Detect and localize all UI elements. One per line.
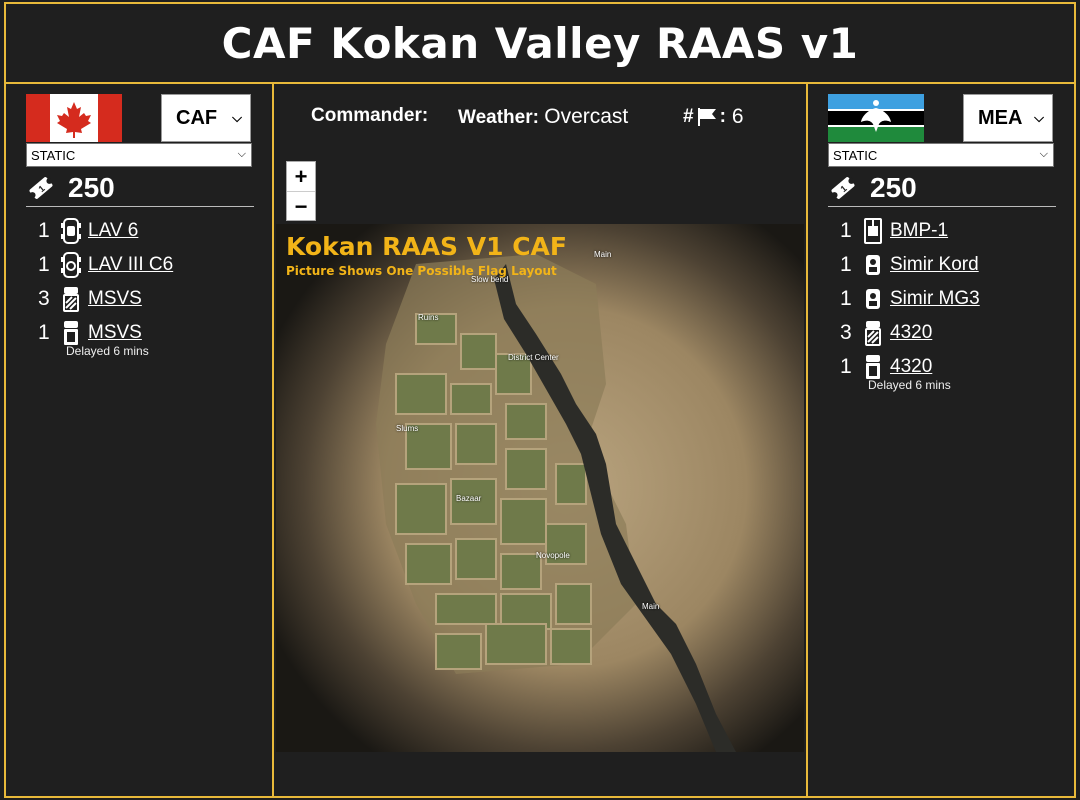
map-flag-label: Main bbox=[594, 250, 612, 259]
left-vehicle-list: 1 LAV 6 1 LAV III C6 3 MSVS 1 MSVS Delay… bbox=[38, 214, 173, 358]
wheeled-apc-icon bbox=[61, 218, 81, 244]
zoom-control: + − bbox=[286, 161, 316, 221]
chevron-down-icon: ⌵ bbox=[237, 148, 246, 160]
vehicle-count: 1 bbox=[840, 219, 852, 242]
ticket-icon: 1 bbox=[29, 177, 53, 199]
header-bar: CAF Kokan Valley RAAS v1 bbox=[4, 2, 1076, 84]
weather-label: Weather: bbox=[458, 107, 539, 128]
right-tickets: 1 250 bbox=[830, 172, 917, 204]
mrap-mg-icon bbox=[866, 289, 880, 309]
left-tickets: 1 250 bbox=[28, 172, 115, 204]
right-vehicle-list: 1 BMP-1 1 Simir Kord 1 Simir MG3 3 4320 … bbox=[840, 214, 980, 392]
vehicle-row: 1 MSVS Delayed 6 mins bbox=[38, 316, 173, 358]
flag-icon bbox=[697, 108, 716, 126]
right-divider bbox=[828, 206, 1056, 207]
map-flag-label: District Center bbox=[508, 353, 559, 362]
vehicle-link[interactable]: MSVS bbox=[88, 322, 142, 344]
vehicle-link[interactable]: LAV III C6 bbox=[88, 254, 173, 276]
transport-truck-icon bbox=[866, 355, 880, 379]
commander-label: Commander: bbox=[311, 105, 429, 126]
vehicle-link[interactable]: MSVS bbox=[88, 288, 142, 310]
vehicle-row: 3 4320 bbox=[840, 316, 980, 350]
left-faction-select[interactable]: CAF ⌵ bbox=[161, 94, 251, 142]
vehicle-count: 1 bbox=[840, 253, 852, 276]
map-flag-label: Slums bbox=[396, 424, 419, 433]
logistics-truck-icon bbox=[865, 321, 881, 346]
mrap-hmg-icon bbox=[866, 255, 880, 275]
map-flag-label: Bazaar bbox=[456, 494, 482, 503]
right-layer-type-select[interactable]: STATIC ⌵ bbox=[828, 143, 1054, 167]
transport-truck-icon bbox=[64, 321, 78, 345]
vehicle-link[interactable]: 4320 bbox=[890, 322, 932, 344]
map-view[interactable]: Kokan RAAS V1 CAF Picture Shows One Poss… bbox=[276, 224, 804, 752]
delay-note: Delayed 6 mins bbox=[868, 378, 951, 392]
map-title: Kokan RAAS V1 CAF bbox=[286, 232, 567, 261]
vehicle-count: 3 bbox=[38, 287, 50, 310]
zoom-in-button[interactable]: + bbox=[287, 162, 315, 191]
vehicle-row: 1 4320 Delayed 6 mins bbox=[840, 350, 980, 392]
left-ticket-count: 250 bbox=[68, 172, 115, 203]
vehicle-count: 3 bbox=[840, 321, 852, 344]
right-ticket-count: 250 bbox=[870, 172, 917, 203]
left-divider bbox=[26, 206, 254, 207]
map-flag-label: Ruins bbox=[418, 313, 439, 322]
vehicle-count: 1 bbox=[38, 321, 50, 344]
flag-sep: : bbox=[719, 106, 726, 127]
logistics-truck-icon bbox=[63, 287, 79, 312]
vehicle-row: 1 Simir MG3 bbox=[840, 282, 980, 316]
vehicle-link[interactable]: 4320 bbox=[890, 356, 932, 378]
vehicle-link[interactable]: Simir Kord bbox=[890, 254, 979, 276]
map-flag-label: Main bbox=[642, 602, 660, 611]
vehicle-row: 1 LAV 6 bbox=[38, 214, 173, 248]
vehicle-link[interactable]: Simir MG3 bbox=[890, 288, 980, 310]
vehicle-count: 1 bbox=[38, 253, 50, 276]
commander-info: Commander: bbox=[311, 105, 428, 127]
map-terrain bbox=[276, 224, 804, 752]
chevron-down-icon: ⌵ bbox=[1034, 110, 1044, 125]
weather-info: Weather: Overcast bbox=[458, 105, 628, 129]
flag-hash: # bbox=[683, 106, 694, 127]
flag-count: 6 bbox=[731, 105, 744, 128]
layer-title: CAF Kokan Valley RAAS v1 bbox=[221, 18, 859, 68]
zoom-out-button[interactable]: − bbox=[287, 191, 315, 221]
vehicle-count: 1 bbox=[840, 287, 852, 310]
right-faction-select[interactable]: MEA ⌵ bbox=[963, 94, 1053, 142]
mea-flag-icon bbox=[828, 94, 924, 142]
left-layer-type-select[interactable]: STATIC ⌵ bbox=[26, 143, 252, 167]
weather-value: Overcast bbox=[544, 105, 629, 128]
vehicle-row: 1 BMP-1 bbox=[840, 214, 980, 248]
chevron-down-icon: ⌵ bbox=[232, 110, 242, 125]
vehicle-count: 1 bbox=[840, 355, 852, 378]
vehicle-row: 3 MSVS bbox=[38, 282, 173, 316]
chevron-down-icon: ⌵ bbox=[1039, 148, 1048, 160]
vehicle-row: 1 Simir Kord bbox=[840, 248, 980, 282]
ticket-icon: 1 bbox=[831, 177, 855, 199]
canada-flag-icon bbox=[26, 94, 122, 142]
vehicle-row: 1 LAV III C6 bbox=[38, 248, 173, 282]
wheeled-apc-icon bbox=[61, 252, 81, 278]
delay-note: Delayed 6 mins bbox=[66, 344, 149, 358]
vehicle-link[interactable]: LAV 6 bbox=[88, 220, 138, 242]
vehicle-link[interactable]: BMP-1 bbox=[890, 220, 948, 242]
map-flag-label: Novopole bbox=[536, 551, 570, 560]
vehicle-count: 1 bbox=[38, 219, 50, 242]
flag-count-info: # : 6 bbox=[683, 105, 744, 129]
map-flag-label: Slow bend bbox=[471, 275, 509, 284]
map-subtitle: Picture Shows One Possible Flag Layout bbox=[286, 264, 557, 278]
ifv-icon bbox=[864, 218, 882, 244]
